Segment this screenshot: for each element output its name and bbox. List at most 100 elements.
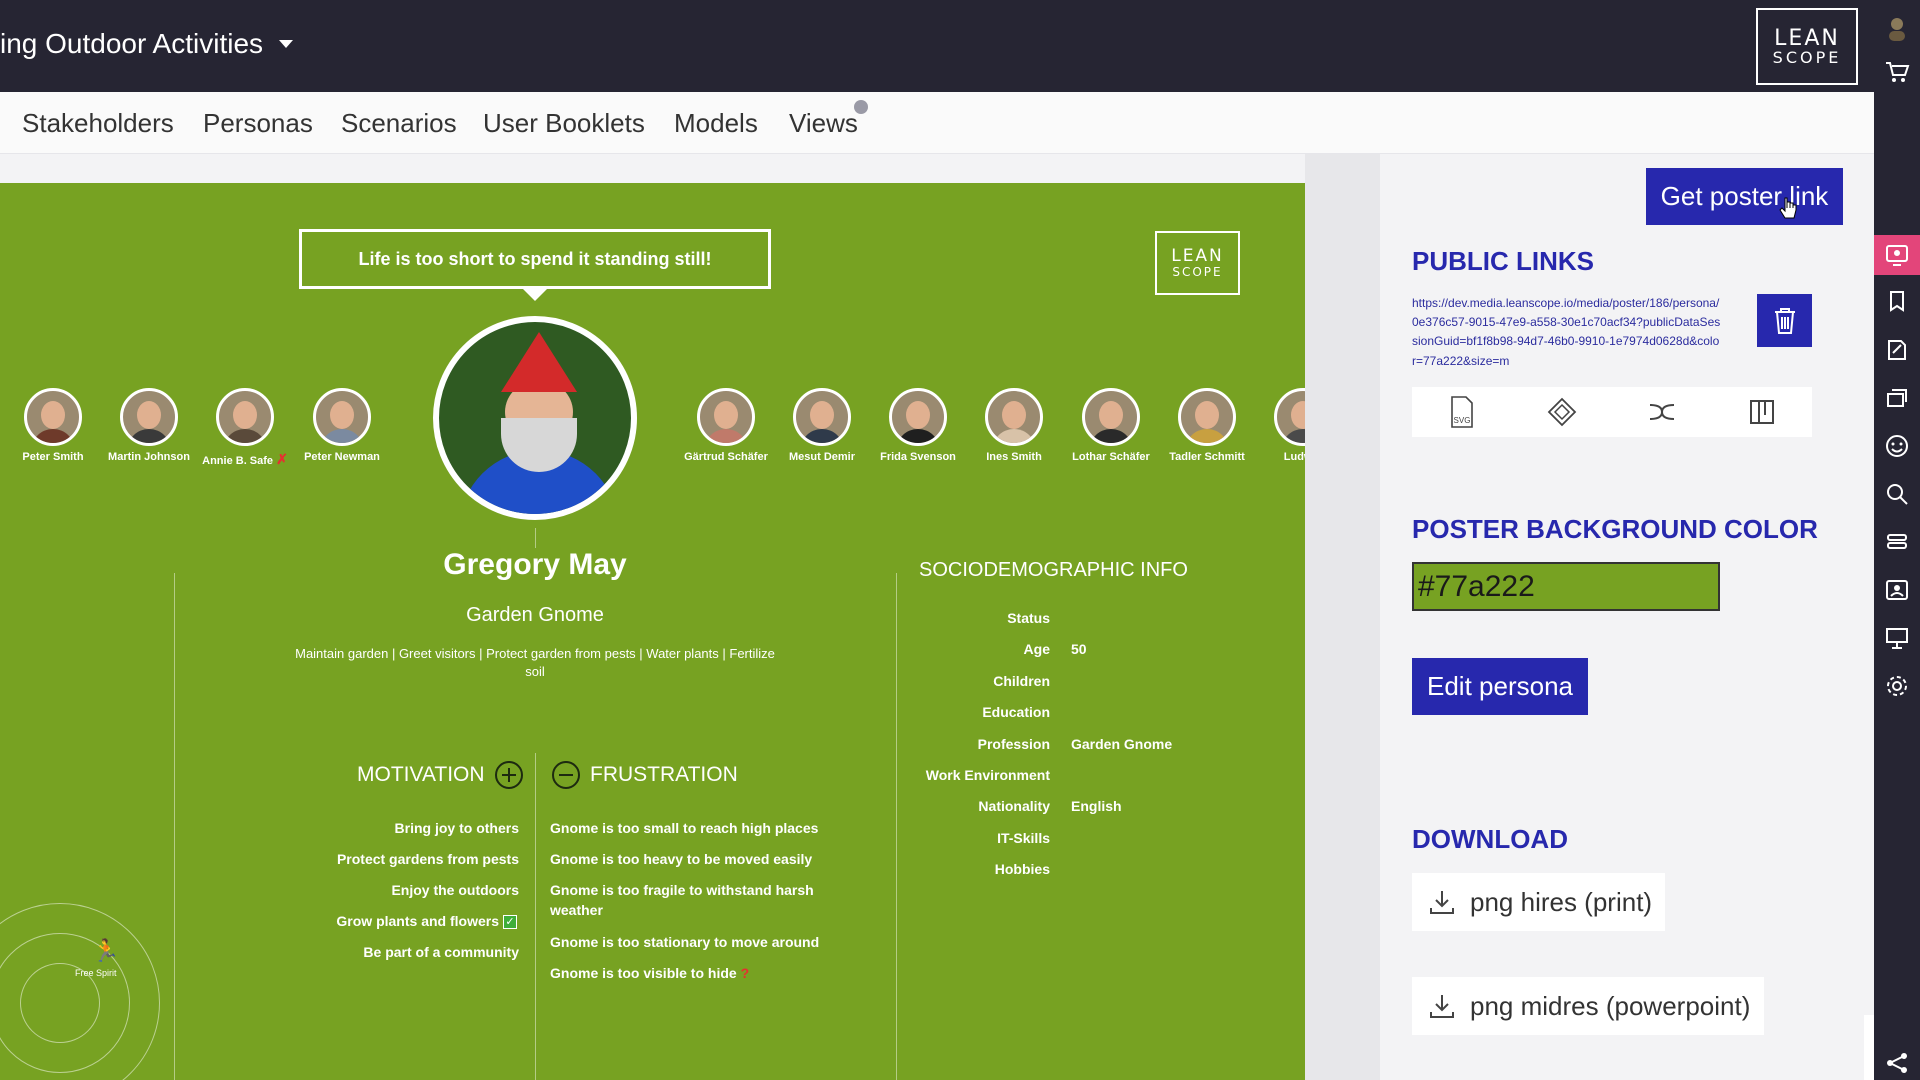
frustration-item: Gnome is too fragile to withstand harsh … [550,882,814,919]
persona-role: Garden Gnome [466,604,604,626]
share-icon[interactable] [1874,1048,1920,1078]
bookmark-icon[interactable] [1874,282,1920,322]
socio-value: English [1071,798,1122,815]
bg-color-input[interactable]: #77a222 [1412,562,1720,611]
stakeholder-name: Tadler Schmitt [1152,451,1262,463]
socio-label: Profession [977,735,1050,752]
views-indicator-icon [854,100,868,114]
diamond-icon[interactable] [1542,392,1582,432]
leanscope-logo[interactable]: LEAN SCOPE [1756,8,1858,85]
public-link-url[interactable]: https://dev.media.leanscope.io/media/pos… [1412,294,1722,371]
stack-icon[interactable] [1874,522,1920,562]
stakeholder-avatar[interactable] [985,388,1043,446]
poster-settings-panel [1380,154,1874,1080]
scrollbar[interactable] [1864,1015,1874,1080]
motivation-item: Be part of a community [363,944,519,960]
motivation-item: Bring joy to others [394,820,519,836]
download-hires-button[interactable]: png hires (print) [1412,873,1665,931]
windows-icon[interactable] [1874,378,1920,418]
checkmark-icon: ✓ [503,915,517,929]
shuffle-icon[interactable] [1642,392,1682,432]
download-midres-button[interactable]: png midres (powerpoint) [1412,977,1764,1035]
cart-icon[interactable] [1874,52,1920,92]
delete-link-button[interactable] [1757,294,1812,347]
divider [535,528,536,548]
stakeholder-name: Ines Smith [959,451,1069,463]
project-selector[interactable]: ing Outdoor Activities [0,28,294,60]
smiley-icon[interactable] [1874,426,1920,466]
public-links-title: PUBLIC LINKS [1412,246,1594,276]
stakeholder-avatar[interactable] [697,388,755,446]
layout-icon[interactable] [1742,392,1782,432]
stakeholder-name-text: Martin Johnson [108,451,190,463]
minus-circle-icon [552,761,580,789]
quote-tail [523,289,547,301]
svg-label: SVG [1454,416,1471,425]
socio-label: Work Environment [925,767,1050,783]
frustration-item-text: Gnome is too visible to hide [550,965,737,981]
presentation-icon[interactable] [1874,618,1920,658]
poster-logo-line1: LEAN [1171,245,1224,266]
search-icon[interactable] [1874,474,1920,514]
stakeholder-name: Peter Smith [0,451,108,463]
logo-line1: LEAN [1774,25,1840,51]
motivation-title: MOTIVATION [357,763,485,786]
persona-card-icon[interactable] [1874,570,1920,610]
svg-export-icon[interactable]: SVG [1442,392,1482,432]
get-poster-link-button[interactable]: Get poster link [1646,168,1843,225]
stakeholder-avatar[interactable] [313,388,371,446]
socio-label: Education [982,704,1050,721]
frustration-item: Gnome is too heavy to be moved easily [550,851,813,867]
download-midres-label: png midres (powerpoint) [1470,990,1751,1021]
frustration-header: FRUSTRATION [552,761,738,789]
user-avatar-icon[interactable] [1874,8,1920,48]
stakeholder-avatar[interactable] [1274,388,1305,446]
stakeholder-avatar[interactable] [216,388,274,446]
socio-value: 50 [1071,641,1087,658]
poster-logo: LEAN SCOPE [1155,231,1240,295]
chevron-down-icon[interactable] [279,40,294,48]
stakeholder-name: Gärtrud Schäfer [671,451,781,463]
stakeholder-name: Lothar Schäfer [1056,451,1166,463]
logo-line2: SCOPE [1772,47,1842,67]
project-title: ing Outdoor Activities [0,28,264,59]
frustration-item: Gnome is too visible to hide ? [550,963,850,983]
stakeholder-avatar[interactable] [24,388,82,446]
persona-name: Gregory May [443,548,627,581]
tab-scenarios[interactable]: Scenarios [341,108,457,139]
stakeholder-name-text: Ines Smith [986,451,1042,463]
stakeholder-avatar[interactable] [793,388,851,446]
stakeholder-avatar[interactable] [889,388,947,446]
stakeholder-name-text: Peter Newman [304,451,380,463]
tab-views[interactable]: Views [789,108,858,139]
socio-label: IT-Skills [997,829,1050,846]
stakeholder-name: Mesut Demir [767,451,877,463]
download-hires-label: png hires (print) [1470,886,1653,917]
stakeholder-name: Martin Johnson [94,451,204,463]
motivation-item: Grow plants and flowers [259,913,499,929]
stakeholder-avatar[interactable] [1178,388,1236,446]
tab-user-booklets[interactable]: User Booklets [483,108,645,139]
get-poster-link-label: Get poster link [1660,181,1829,211]
export-format-toolbar: SVG [1412,387,1812,437]
edit-persona-button[interactable]: Edit persona [1412,658,1588,715]
gear-icon[interactable] [1874,666,1920,706]
persona-tasks-line2: soil [525,663,545,679]
tab-stakeholders[interactable]: Stakeholders [22,108,174,139]
stakeholder-avatar[interactable] [1082,388,1140,446]
stakeholder-name-text: Frida Svenson [880,451,956,463]
tab-personas[interactable]: Personas [203,108,313,139]
socio-title: SOCIODEMOGRAPHIC INFO [919,559,1188,581]
stakeholder-avatar[interactable] [120,388,178,446]
question-icon: ? [740,965,750,981]
tab-models[interactable]: Models [674,108,758,139]
poster-icon[interactable] [1874,235,1920,275]
section-tabs: Stakeholders Personas Scenarios User Boo… [0,92,1874,154]
notes-icon[interactable] [1874,330,1920,370]
stakeholder-name-text: Lothar Schäfer [1072,451,1150,463]
socio-label: Hobbies [994,861,1050,878]
persona-avatar [433,316,637,520]
bg-color-title: POSTER BACKGROUND COLOR [1412,514,1818,544]
motivation-header: MOTIVATION [357,761,523,789]
motivation-item-text: Grow plants and flowers [336,913,499,929]
